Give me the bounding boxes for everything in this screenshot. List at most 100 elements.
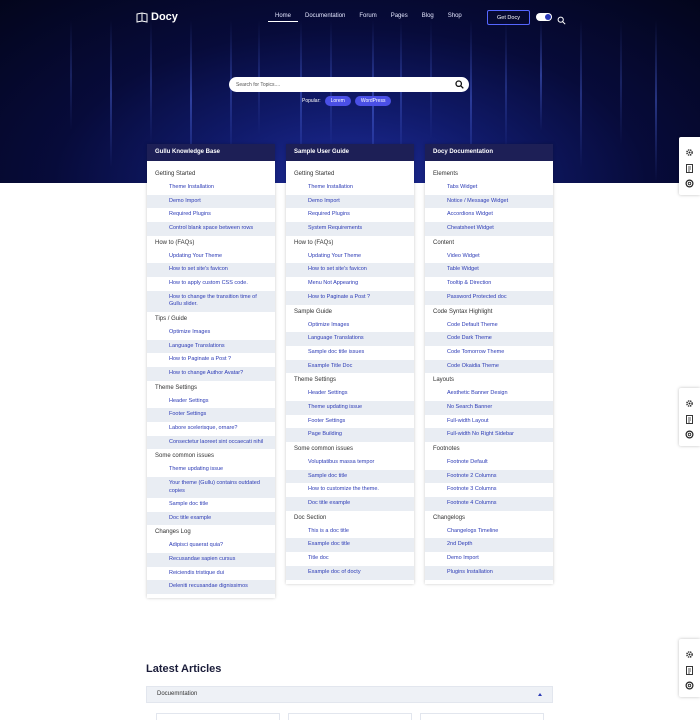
card-title[interactable]: Docy Documentation (425, 144, 553, 161)
doc-link[interactable]: 2nd Depth (425, 538, 553, 553)
doc-link[interactable]: Your theme (Gullu) contains outdated cop… (147, 477, 275, 498)
lifebuoy-icon[interactable] (685, 175, 694, 188)
gear-icon[interactable] (685, 646, 694, 658)
dark-mode-toggle[interactable] (536, 13, 552, 21)
doc-link[interactable]: Full-width No Right Sidebar (425, 428, 553, 442)
document-icon[interactable] (685, 662, 694, 675)
doc-link[interactable]: Footnote Default (425, 456, 553, 470)
doc-link[interactable]: Plugins Installation (425, 565, 553, 580)
lifebuoy-icon[interactable] (685, 426, 694, 439)
doc-link[interactable]: Cheatsheet Widget (425, 222, 553, 236)
doc-link[interactable]: Full-width Layout (425, 415, 553, 429)
doc-link[interactable]: Deleniti recusandae dignissimos (147, 580, 275, 595)
documentation-accordion[interactable]: Docuemntation (146, 686, 553, 703)
doc-link[interactable]: Accordions Widget (425, 208, 553, 222)
doc-link[interactable]: Consectetur laoreet sint occaecati nihil (147, 435, 275, 450)
doc-link[interactable]: Sample doc title (286, 469, 414, 484)
doc-link[interactable]: Footnote 2 Columns (425, 469, 553, 484)
doc-link[interactable]: How to change Author Avatar? (147, 366, 275, 381)
doc-link[interactable]: No Search Banner (425, 400, 553, 415)
doc-link[interactable]: Recusandae sapien cursus (147, 553, 275, 567)
lifebuoy-icon[interactable] (685, 677, 694, 690)
doc-link[interactable]: Password Protected doc (425, 290, 553, 305)
doc-link[interactable]: Language Translations (286, 332, 414, 346)
search-submit-icon[interactable] (455, 80, 464, 89)
doc-link[interactable]: Doc title example (286, 497, 414, 511)
doc-link[interactable]: Demo Import (147, 194, 275, 209)
doc-link[interactable]: Menu Not Appearing (286, 277, 414, 291)
doc-link[interactable]: Required Plugins (286, 208, 414, 222)
brand-logo[interactable]: Docy (136, 11, 178, 23)
doc-link[interactable]: Footnote 4 Columns (425, 497, 553, 511)
doc-link[interactable]: Tabs Widget (425, 181, 553, 195)
article-card[interactable] (420, 713, 544, 720)
doc-link[interactable]: Optimize Images (286, 319, 414, 333)
doc-link[interactable]: Example doc of docty (286, 565, 414, 580)
doc-link[interactable]: Language Translations (147, 339, 275, 354)
doc-link[interactable]: How to set site's favicon (286, 263, 414, 278)
doc-link[interactable]: Aesthetic Banner Design (425, 387, 553, 401)
gear-icon[interactable] (685, 144, 694, 156)
doc-link[interactable]: Code Default Theme (425, 319, 553, 333)
article-card[interactable] (156, 713, 280, 720)
doc-link[interactable]: Updating Your Theme (286, 250, 414, 264)
doc-link[interactable]: Demo Import (425, 552, 553, 566)
doc-link[interactable]: Page Building (286, 428, 414, 442)
doc-link[interactable]: Sample doc title (147, 498, 275, 512)
doc-link[interactable]: Control blank space between rows (147, 222, 275, 236)
nav-forum[interactable]: Forum (352, 13, 383, 22)
get-docy-button[interactable]: Get Docy (487, 10, 530, 25)
doc-link[interactable]: Tooltip & Direction (425, 277, 553, 291)
doc-link[interactable]: Example doc title (286, 538, 414, 553)
document-icon[interactable] (685, 411, 694, 424)
doc-link[interactable]: Optimize Images (147, 326, 275, 340)
card-title[interactable]: Sample User Guide (286, 144, 414, 161)
doc-link[interactable]: Header Settings (286, 387, 414, 401)
doc-link[interactable]: Doc title example (147, 511, 275, 526)
doc-link[interactable]: Footer Settings (147, 408, 275, 422)
doc-link[interactable]: Required Plugins (147, 208, 275, 222)
doc-link[interactable]: Changelogs Timeline (425, 525, 553, 539)
doc-link[interactable]: Footer Settings (286, 415, 414, 429)
doc-link[interactable]: Theme Installation (286, 181, 414, 195)
search-icon[interactable] (557, 12, 566, 25)
doc-link[interactable]: This is a doc title (286, 525, 414, 539)
doc-link[interactable]: Table Widget (425, 263, 553, 278)
doc-link[interactable]: Voluptatibus massa tempor (286, 456, 414, 470)
doc-link[interactable]: How to change the transition time of Gul… (147, 290, 275, 312)
doc-link[interactable]: Theme updating issue (147, 463, 275, 477)
article-card[interactable] (288, 713, 412, 720)
gear-icon[interactable] (685, 395, 694, 407)
doc-link[interactable]: Code Tomorrow Theme (425, 346, 553, 360)
search-input[interactable] (236, 79, 436, 90)
document-icon[interactable] (685, 160, 694, 173)
doc-link[interactable]: How to Paginate a Post ? (147, 353, 275, 367)
doc-link[interactable]: Notice / Message Widget (425, 194, 553, 209)
doc-link[interactable]: Updating Your Theme (147, 250, 275, 264)
nav-home[interactable]: Home (268, 13, 299, 22)
doc-link[interactable]: Demo Import (286, 194, 414, 209)
tag-lorem[interactable]: Lorem (324, 96, 351, 106)
doc-link[interactable]: How to apply custom CSS code. (147, 277, 275, 291)
doc-link[interactable]: Theme Installation (147, 181, 275, 195)
doc-link[interactable]: Adipisci quaerat quia? (147, 539, 275, 553)
chevron-up-icon[interactable] (538, 693, 542, 696)
doc-link[interactable]: Labore scelerisque, ornare? (147, 422, 275, 436)
doc-link[interactable]: Reiciendis tristique dui (147, 567, 275, 581)
doc-link[interactable]: Code Okaidia Theme (425, 359, 553, 374)
doc-link[interactable]: Video Widget (425, 250, 553, 264)
doc-link[interactable]: Title doc (286, 552, 414, 566)
doc-link[interactable]: How to set site's favicon (147, 263, 275, 278)
doc-link[interactable]: How to customize the theme. (286, 483, 414, 497)
tag-wordpress[interactable]: WordPress (354, 96, 392, 106)
doc-link[interactable]: System Requirements (286, 222, 414, 236)
doc-link[interactable]: How to Paginate a Post ? (286, 290, 414, 305)
doc-link[interactable]: Code Dark Theme (425, 332, 553, 346)
doc-link[interactable]: Theme updating issue (286, 400, 414, 415)
doc-link[interactable]: Example Title Doc (286, 359, 414, 374)
doc-link[interactable]: Header Settings (147, 395, 275, 409)
nav-shop[interactable]: Shop (441, 13, 469, 22)
card-title[interactable]: Gullu Knowledge Base (147, 144, 275, 161)
doc-link[interactable]: Sample doc title issues (286, 346, 414, 360)
nav-pages[interactable]: Pages (384, 13, 415, 22)
